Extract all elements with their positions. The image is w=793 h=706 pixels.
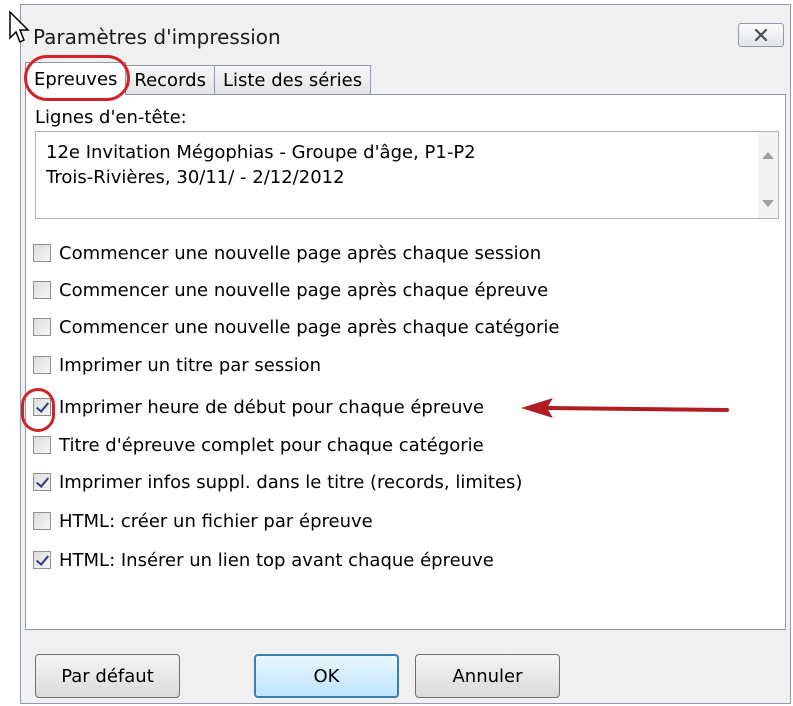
- scroll-down-icon[interactable]: [762, 200, 774, 207]
- checkbox-checked[interactable]: [33, 473, 51, 491]
- checkbox[interactable]: [33, 244, 51, 262]
- checkbox[interactable]: [33, 436, 51, 454]
- option-html-file-per-event[interactable]: HTML: créer un fichier par épreuve: [33, 509, 373, 533]
- option-extra-info-title[interactable]: Imprimer infos suppl. dans le titre (rec…: [33, 470, 522, 494]
- checkbox[interactable]: [33, 281, 51, 299]
- checkbox[interactable]: [33, 318, 51, 336]
- option-new-page-categorie[interactable]: Commencer une nouvelle page après chaque…: [33, 315, 559, 339]
- option-label: Commencer une nouvelle page après chaque…: [59, 279, 549, 301]
- scroll-up-icon[interactable]: [762, 152, 774, 159]
- option-label: Imprimer heure de début pour chaque épre…: [59, 396, 485, 418]
- option-label: Titre d'épreuve complet pour chaque caté…: [59, 434, 484, 456]
- option-new-page-session[interactable]: Commencer une nouvelle page après chaque…: [33, 241, 541, 265]
- cancel-button[interactable]: Annuler: [415, 654, 560, 698]
- option-label: Commencer une nouvelle page après chaque…: [59, 316, 560, 338]
- header-lines-textarea[interactable]: 12e Invitation Mégophias - Groupe d'âge,…: [35, 131, 779, 219]
- option-label: HTML: Insérer un lien top avant chaque é…: [59, 549, 494, 571]
- option-label: Imprimer infos suppl. dans le titre (rec…: [59, 471, 523, 493]
- header-line-1: 12e Invitation Mégophias - Groupe d'âge,…: [46, 142, 476, 163]
- header-line-2: Trois-Rivières, 30/11/ - 2/12/2012: [46, 167, 345, 188]
- option-label: Commencer une nouvelle page après chaque…: [59, 242, 542, 264]
- header-scrollbar[interactable]: [758, 132, 778, 218]
- header-lines-label: Lignes d'en-tête:: [35, 107, 187, 128]
- option-title-per-session[interactable]: Imprimer un titre par session: [33, 353, 321, 377]
- print-settings-dialog: Paramètres d'impression Epreuves Records…: [20, 4, 791, 704]
- mouse-cursor-icon: [9, 10, 30, 44]
- option-html-top-link[interactable]: HTML: Insérer un lien top avant chaque é…: [33, 548, 494, 572]
- checkbox-checked[interactable]: [33, 551, 51, 569]
- option-new-page-epreuve[interactable]: Commencer une nouvelle page après chaque…: [33, 278, 548, 302]
- checkbox[interactable]: [33, 356, 51, 374]
- option-label: HTML: créer un fichier par épreuve: [59, 510, 373, 532]
- option-full-event-title[interactable]: Titre d'épreuve complet pour chaque caté…: [33, 433, 484, 457]
- tab-records[interactable]: Records: [125, 65, 215, 95]
- option-print-start-time[interactable]: Imprimer heure de début pour chaque épre…: [33, 395, 484, 419]
- annotation-arrow-icon: [521, 398, 729, 418]
- default-button[interactable]: Par défaut: [35, 654, 180, 698]
- tab-annotation-circle: [24, 55, 130, 101]
- close-icon: [754, 29, 768, 41]
- ok-button[interactable]: OK: [254, 654, 399, 698]
- option-label: Imprimer un titre par session: [59, 354, 322, 376]
- close-button[interactable]: [738, 23, 784, 47]
- dialog-title: Paramètres d'impression: [33, 25, 281, 49]
- checkbox-annotation-circle: [21, 388, 55, 432]
- checkbox[interactable]: [33, 512, 51, 530]
- tab-liste-des-series[interactable]: Liste des séries: [213, 65, 372, 95]
